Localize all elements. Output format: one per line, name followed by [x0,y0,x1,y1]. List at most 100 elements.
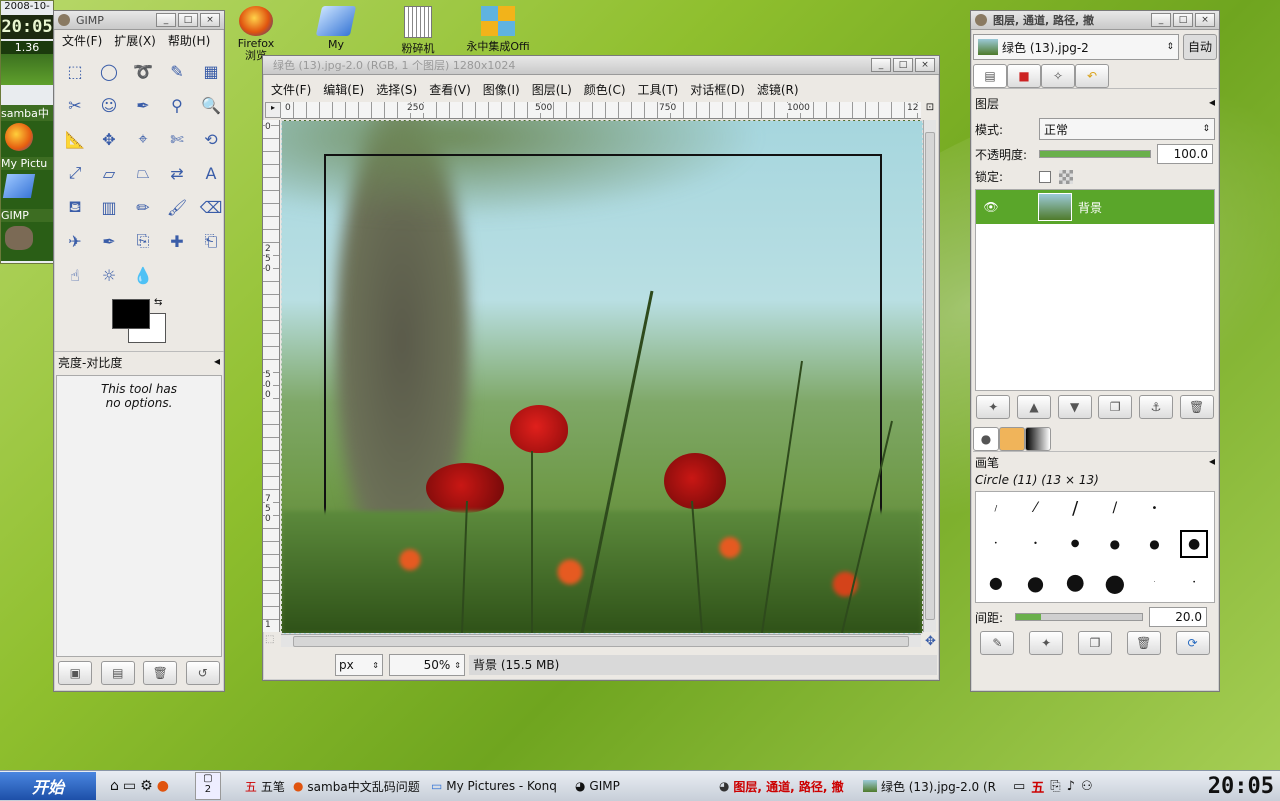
lower-layer-button[interactable]: ▼ [1057,395,1092,419]
brush-preview[interactable]: ● [1066,570,1085,595]
move-tool-icon[interactable]: ✥ [92,122,126,156]
layers-titlebar[interactable]: 图层, 通道, 路径, 撤 _ □ × [971,11,1219,30]
tab-patterns[interactable] [999,427,1025,451]
swap-colors-icon[interactable]: ⇆ [154,297,162,308]
eye-icon[interactable]: 👁 [976,200,1006,214]
duplicate-brush-button[interactable]: ❐ [1077,631,1112,655]
ruler-corner-button[interactable]: ▸ [265,102,281,118]
image-select[interactable]: 绿色 (13).jpg-2 ⇕ [973,34,1179,60]
blur-tool-icon[interactable]: 💧 [126,258,160,292]
paths-tool-icon[interactable]: ✒ [126,88,160,122]
close-button[interactable]: × [200,13,220,27]
blend-tool-icon[interactable]: ▥ [92,190,126,224]
scroll-thumb[interactable] [293,636,909,647]
panel-clock[interactable]: 20:05 [1,15,53,39]
menu-xtns[interactable]: 扩展(X) [114,32,156,49]
task-layers-dialog[interactable]: ◕ 图层, 通道, 路径, 撤 [715,774,859,798]
task-gimp[interactable]: ◕ GIMP [571,774,715,798]
menu-file[interactable]: 文件(F) [271,81,311,98]
smudge-tool-icon[interactable]: ☝ [58,258,92,292]
panel-menu-icon[interactable]: ◂ [1209,454,1215,471]
menu-edit[interactable]: 编辑(E) [323,81,364,98]
zoom-tool-icon[interactable]: 🔍 [194,88,228,122]
scroll-thumb[interactable] [925,132,935,620]
color-select-tool-icon[interactable]: ▦ [194,54,228,88]
image-titlebar[interactable]: 绿色 (13).jpg-2.0 (RGB, 1 个图层) 1280x1024 _… [263,56,939,75]
tab-brushes[interactable]: ● [973,427,999,451]
brush-preview[interactable]: ● [1104,569,1125,597]
menu-image[interactable]: 图像(I) [483,81,520,98]
fuzzy-select-tool-icon[interactable]: ✎ [160,54,194,88]
duplicate-layer-button[interactable]: ❐ [1098,395,1133,419]
vertical-scrollbar[interactable] [923,120,936,632]
panel-task-gimp[interactable]: GIMP [1,209,53,261]
close-button[interactable]: × [915,58,935,72]
start-button[interactable]: 开始 [0,772,96,800]
color-picker-tool-icon[interactable]: ⚲ [160,88,194,122]
maximize-button[interactable]: □ [893,58,913,72]
monitor-icon[interactable]: ▭ [1013,779,1025,794]
tab-layers[interactable]: ▤ [973,64,1007,88]
anchor-layer-button[interactable]: ⚓ [1138,395,1173,419]
klipper-icon[interactable]: ⎘ [1050,779,1060,794]
menu-tools[interactable]: 工具(T) [638,81,679,98]
ruler-top[interactable]: 0 250 500 750 1000 12 [281,102,921,119]
new-layer-button[interactable]: ✦ [976,395,1011,419]
rotate-tool-icon[interactable]: ⟲ [194,122,228,156]
navigate-icon[interactable]: ⊡ [923,102,937,116]
ruler-left[interactable]: 0 250 500 750 1 [263,120,280,632]
panel-task-pictures[interactable]: My Pictu [1,157,53,209]
volume-icon[interactable]: ♪ [1067,779,1075,794]
minimize-button[interactable]: _ [156,13,176,27]
task-image-window[interactable]: 绿色 (13).jpg-2.0 (R [859,774,1007,798]
brush-preview[interactable]: ● [1027,571,1044,595]
text-tool-icon[interactable]: A [194,156,228,190]
desktop-icon-firefox[interactable]: Firefox 浏览 [220,6,292,62]
brush-preview[interactable]: ⁄ [1034,500,1036,516]
dodge-burn-tool-icon[interactable]: ☼ [92,258,126,292]
brush-preview[interactable]: • [1152,503,1158,514]
spacing-slider[interactable] [1015,613,1143,621]
task-konqueror[interactable]: ▭ My Pictures - Konq [427,774,571,798]
panel-task-samba[interactable]: samba中 [1,105,53,157]
desktop-pager[interactable]: ▢ 2 [194,772,221,800]
edit-brush-button[interactable]: ✎ [980,631,1015,655]
toolbox-titlebar[interactable]: GIMP _ □ × [54,11,224,30]
close-button[interactable]: × [1195,13,1215,27]
menu-colors[interactable]: 颜色(C) [584,81,626,98]
reset-options-button[interactable]: ↺ [185,661,220,685]
fg-color-swatch[interactable] [112,299,150,329]
brush-preview[interactable]: ● [1071,538,1080,549]
minimize-button[interactable]: _ [1151,13,1171,27]
align-tool-icon[interactable]: ⌖ [126,122,160,156]
opacity-slider[interactable] [1039,150,1151,158]
brush-preview[interactable]: ● [989,573,1003,592]
brush-preview-selected[interactable]: ● [1180,529,1209,558]
measure-tool-icon[interactable]: 📐 [58,122,92,156]
tab-paths[interactable]: ✧ [1041,64,1075,88]
refresh-brushes-button[interactable]: ⟳ [1175,631,1210,655]
pencil-tool-icon[interactable]: ✏ [126,190,160,224]
brush-preview[interactable]: / [1072,498,1078,519]
ink-tool-icon[interactable]: ✒ [92,224,126,258]
shear-tool-icon[interactable]: ▱ [92,156,126,190]
brush-preview[interactable]: · [1154,579,1156,586]
minimize-button[interactable]: _ [871,58,891,72]
foreground-select-tool-icon[interactable]: ☺ [92,88,126,122]
task-wubi[interactable]: 五五笔 [241,774,289,798]
delete-options-button[interactable]: 🗑 [143,661,178,685]
desktop-icon-office[interactable]: 永中集成Offi [462,6,534,54]
rect-select-tool-icon[interactable]: ⬚ [58,54,92,88]
free-select-tool-icon[interactable]: ➰ [126,54,160,88]
raise-layer-button[interactable]: ▲ [1016,395,1051,419]
eraser-tool-icon[interactable]: ⌫ [194,190,228,224]
brush-preview[interactable]: • [1033,539,1038,548]
maximize-button[interactable]: □ [1173,13,1193,27]
brush-preview[interactable]: • [994,540,998,547]
save-options-button[interactable]: ▣ [58,661,93,685]
scale-tool-icon[interactable]: ⤢ [58,156,92,190]
color-area[interactable]: ⇆ [112,297,168,343]
tab-channels[interactable]: ■ [1007,64,1041,88]
panel-menu-icon[interactable]: ◂ [1209,95,1215,112]
clone-tool-icon[interactable]: ⎘ [126,224,160,258]
